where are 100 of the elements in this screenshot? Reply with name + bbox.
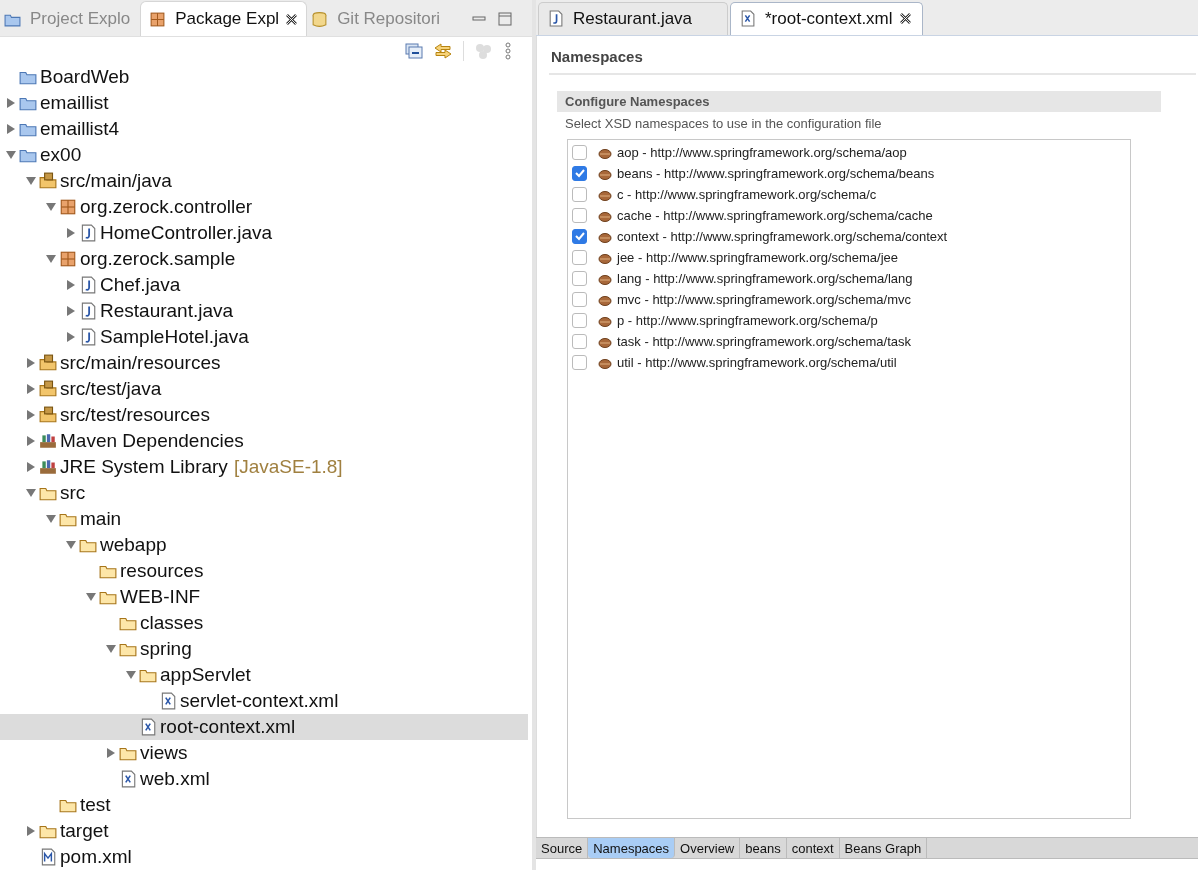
namespace-label: c - http://www.springframework.org/schema/c (617, 186, 877, 202)
tree-item-label: root-context.xml (160, 716, 296, 738)
tree-row[interactable]: WEB-INF (0, 584, 532, 610)
tree-row[interactable]: Chef.java (0, 272, 532, 298)
collapsed-arrow-icon[interactable] (26, 826, 36, 836)
tree-row[interactable]: webapp (0, 532, 532, 558)
xml-file-icon (739, 10, 756, 28)
checkbox[interactable] (572, 270, 587, 286)
expanded-arrow-icon[interactable] (86, 592, 96, 602)
expanded-arrow-icon[interactable] (26, 488, 36, 498)
tree-item-label: main (80, 508, 122, 530)
tree-item-label: spring (140, 638, 192, 660)
tree-row[interactable]: web.xml (0, 766, 532, 792)
collapsed-arrow-icon[interactable] (66, 306, 76, 316)
tree-row[interactable]: resources (0, 558, 532, 584)
tree-row[interactable]: views (0, 740, 532, 766)
collapsed-arrow-icon[interactable] (26, 462, 36, 472)
tree-row[interactable]: main (0, 506, 532, 532)
close-icon[interactable] (898, 12, 912, 26)
collapsed-arrow-icon[interactable] (106, 748, 116, 758)
tree-row[interactable]: src/main/resources (0, 350, 532, 376)
dots-cluster-icon[interactable] (474, 41, 494, 60)
tree-row[interactable]: src/main/java (0, 168, 532, 194)
link-with-editor-icon[interactable] (433, 41, 453, 60)
checkbox[interactable] (572, 354, 587, 370)
tree-row[interactable]: src (0, 480, 532, 506)
tree-row[interactable]: servlet-context.xml (0, 688, 532, 714)
tree-row[interactable]: classes (0, 610, 532, 636)
checkbox[interactable] (572, 291, 587, 307)
source-folder-icon (39, 172, 57, 190)
tree-row[interactable]: spring (0, 636, 532, 662)
checkbox[interactable] (572, 186, 587, 202)
collapse-all-icon[interactable] (405, 42, 423, 59)
editor-page-tab[interactable]: Overview (675, 837, 741, 858)
collapsed-arrow-icon[interactable] (6, 124, 16, 134)
editor-page-tab[interactable]: context (786, 837, 840, 858)
java-file-icon (79, 328, 97, 346)
view-menu-icon[interactable] (504, 41, 512, 60)
view-tab[interactable]: Package Expl (140, 1, 308, 37)
checkbox[interactable] (572, 249, 587, 265)
tree-row[interactable]: src/test/resources (0, 402, 532, 428)
editor-page-tab[interactable]: Namespaces (588, 837, 676, 858)
collapsed-arrow-icon[interactable] (26, 358, 36, 368)
expanded-arrow-icon[interactable] (46, 514, 56, 524)
tree-row[interactable]: SampleHotel.java (0, 324, 532, 350)
collapsed-arrow-icon[interactable] (26, 410, 36, 420)
checkbox[interactable] (572, 144, 587, 160)
tree-item-label: HomeController.java (100, 222, 273, 244)
collapsed-arrow-icon[interactable] (66, 280, 76, 290)
tree-row[interactable]: emaillist (0, 90, 532, 116)
tree-row[interactable]: target (0, 818, 532, 844)
checkbox[interactable] (572, 312, 587, 328)
close-icon[interactable] (285, 12, 299, 26)
tree-row[interactable]: org.zerock.controller (0, 194, 532, 220)
tree-item-label: src/main/resources (60, 352, 221, 374)
namespace-label: context - http://www.springframework.org/schema/context (617, 228, 948, 244)
tab-label: Project Explo (30, 9, 131, 30)
namespace-label: mvc - http://www.springframework.org/schema/mvc (617, 291, 912, 307)
tree-row[interactable]: JRE System Library [JavaSE-1.8] (0, 454, 532, 480)
checkbox[interactable] (572, 165, 587, 181)
expanded-arrow-icon[interactable] (46, 254, 56, 264)
selected-tree-row[interactable]: root-context.xml (0, 714, 528, 740)
view-tab[interactable]: Restaurant.java (538, 1, 728, 35)
tree-item-label: src/test/java (60, 378, 162, 400)
checkbox[interactable] (572, 207, 587, 223)
tree-row[interactable]: pom.xml (0, 844, 532, 870)
tree-row[interactable]: HomeController.java (0, 220, 532, 246)
collapsed-arrow-icon[interactable] (66, 228, 76, 238)
checkbox[interactable] (572, 333, 587, 349)
tree-item-label: appServlet (160, 664, 251, 686)
collapsed-arrow-icon[interactable] (26, 436, 36, 446)
tree-item-label: org.zerock.controller (80, 196, 253, 218)
tree-row[interactable]: test (0, 792, 532, 818)
tree-item-label: src (60, 482, 86, 504)
expanded-arrow-icon[interactable] (26, 176, 36, 186)
editor-page-tab[interactable]: beans (740, 837, 787, 858)
collapsed-arrow-icon[interactable] (6, 98, 16, 108)
tree-row[interactable]: Restaurant.java (0, 298, 532, 324)
expanded-arrow-icon[interactable] (126, 670, 136, 680)
collapsed-arrow-icon[interactable] (66, 332, 76, 342)
collapsed-arrow-icon[interactable] (26, 384, 36, 394)
xml-file-icon (119, 770, 137, 788)
tree-row[interactable]: appServlet (0, 662, 532, 688)
tree-item-label: web.xml (140, 768, 210, 790)
view-tab[interactable]: *root-context.xml (730, 1, 923, 35)
maximize-icon[interactable] (498, 12, 512, 27)
tree-row[interactable]: ex00 (0, 142, 532, 168)
expanded-arrow-icon[interactable] (106, 644, 116, 654)
tree-row[interactable]: BoardWeb (0, 64, 532, 90)
source-folder-icon (39, 406, 57, 424)
expanded-arrow-icon[interactable] (46, 202, 56, 212)
tree-row[interactable]: org.zerock.sample (0, 246, 532, 272)
tree-row[interactable]: emaillist4 (0, 116, 532, 142)
expanded-arrow-icon[interactable] (6, 150, 16, 160)
library-icon (39, 458, 57, 476)
checkbox[interactable] (572, 228, 587, 244)
tree-row[interactable]: Maven Dependencies (0, 428, 532, 454)
tree-row[interactable]: src/test/java (0, 376, 532, 402)
editor-page-tab[interactable]: Beans Graph (839, 837, 928, 858)
expanded-arrow-icon[interactable] (66, 540, 76, 550)
